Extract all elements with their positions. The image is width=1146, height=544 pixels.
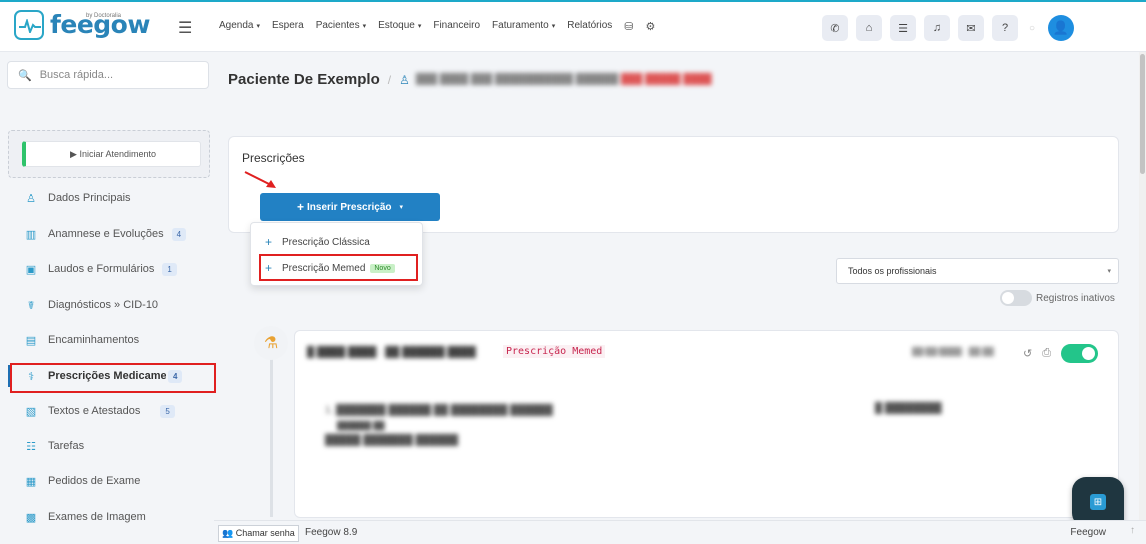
inbox-icon[interactable]: ⌂ xyxy=(856,15,882,41)
menu-estoque[interactable]: Estoque ▾ xyxy=(378,20,421,33)
toolbar-icons: ✆ ⌂ ☰ ♫ ✉ ? ○ 👤 xyxy=(822,15,1074,41)
checklist-icon[interactable]: ☰ xyxy=(890,15,916,41)
plus-icon: + xyxy=(265,235,273,249)
chevron-down-icon: ▾ xyxy=(399,204,404,211)
sidebar-item-tarefas[interactable]: ☷ Tarefas xyxy=(12,435,212,457)
prescription-type-tag: Prescrição Memed xyxy=(503,345,606,358)
hamburger-menu-icon[interactable]: ☰ xyxy=(178,18,192,38)
bell-icon[interactable]: ♫ xyxy=(924,15,950,41)
breadcrumb: Paciente De Exemplo / ♙ ███ ████ ███ ███… xyxy=(228,71,712,88)
sidebar-item-diagnosticos[interactable]: ☤ Diagnósticos » CID-10 xyxy=(12,294,212,316)
help-icon[interactable]: ? xyxy=(992,15,1018,41)
widget-icon: ⊞ xyxy=(1090,494,1106,510)
top-bar: feegow by Doctoralia ☰ Agenda ▾ Espera Pa… xyxy=(0,0,1146,52)
entry-date-redacted: ██/██/████ · ██:██ xyxy=(912,347,994,356)
count-badge: 4 xyxy=(171,227,187,241)
timeline-line xyxy=(270,357,273,517)
gear-icon[interactable]: ⚙ xyxy=(646,20,656,33)
menu-espera[interactable]: Espera xyxy=(272,20,304,33)
chevron-down-icon: ▾ xyxy=(417,23,422,30)
breadcrumb-separator: / xyxy=(387,72,392,87)
menu-pacientes[interactable]: Pacientes ▾ xyxy=(316,20,366,33)
flask-icon: ⚗ xyxy=(254,326,288,360)
inactive-records-toggle-row: Registros inativos xyxy=(1000,290,1115,306)
menu-relatorios[interactable]: Relatórios xyxy=(567,20,612,33)
sidebar-item-anamnese[interactable]: ▥ Anamnese e Evoluções 4 xyxy=(12,223,212,245)
scrollbar-thumb[interactable] xyxy=(1140,54,1145,174)
chat-icon[interactable]: ✉ xyxy=(958,15,984,41)
logo-subtitle: by Doctoralia xyxy=(86,13,122,19)
menu-agenda[interactable]: Agenda ▾ xyxy=(219,20,260,33)
entry-active-toggle[interactable] xyxy=(1061,344,1099,363)
prescription-content-redacted: 1. ███████ ██████ ██ ████████ ██████ ███… xyxy=(325,405,553,446)
brand-label: Feegow xyxy=(1070,527,1106,538)
search-icon: 🔍 xyxy=(18,69,32,82)
prescriptions-panel: Prescrições + Inserir Prescrição ▾ xyxy=(228,136,1119,233)
call-ticket-button[interactable]: 👥 Chamar senha xyxy=(218,525,299,542)
top-menu: Agenda ▾ Espera Pacientes ▾ Estoque ▾ Finan… xyxy=(219,20,667,33)
sidebar-item-dados-principais[interactable]: ♙ Dados Principais xyxy=(12,187,212,209)
highlight-box-memed xyxy=(259,254,418,281)
count-badge: 5 xyxy=(160,404,175,418)
inactive-records-label: Registros inativos xyxy=(1036,292,1115,304)
version-label: Feegow 8.9 xyxy=(305,527,358,538)
chevron-down-icon: ▾ xyxy=(256,23,260,30)
status-dot-icon: ○ xyxy=(1028,22,1036,34)
chevron-down-icon: ▾ xyxy=(362,23,367,30)
prescription-quantity-redacted: █ ████████ xyxy=(875,403,942,414)
image-icon: ▩ xyxy=(25,511,37,524)
page-title: Paciente De Exemplo xyxy=(228,71,380,88)
patient-icon[interactable]: ♙ xyxy=(399,73,410,87)
professional-select[interactable]: Todos os profissionais ▾ xyxy=(836,258,1119,284)
start-attendance-button[interactable]: ▶ Iniciar Atendimento xyxy=(22,141,201,167)
prescription-entry-card: █ ████ ████ · ██ ██████ ████ Prescrição … xyxy=(294,330,1119,518)
tasks-icon: ☷ xyxy=(26,440,36,453)
highlight-box-sidebar xyxy=(10,363,216,393)
text-icon: ▧ xyxy=(25,405,37,418)
professional-name-redacted: █ ████ ████ · ██ ██████ ████ xyxy=(307,347,476,358)
chevron-down-icon: ▾ xyxy=(551,23,556,30)
scroll-top-icon[interactable]: ↑ xyxy=(1130,525,1135,536)
sidebar-item-exames-imagem[interactable]: ▩ Exames de Imagem xyxy=(12,506,212,528)
form-icon: ▣ xyxy=(25,263,37,276)
quick-search-input[interactable]: 🔍 Busca rápida... xyxy=(7,61,209,89)
plus-icon: + xyxy=(296,200,304,214)
person-icon: ♙ xyxy=(26,192,36,205)
clipboard-icon: ▦ xyxy=(25,475,37,488)
chart-icon: ▥ xyxy=(25,228,37,241)
print-icon[interactable]: ⎙ xyxy=(1042,347,1051,360)
footer-bar: 👥 Chamar senha Feegow 8.9 Feegow ↑ xyxy=(214,520,1146,544)
sidebar-item-encaminhamentos[interactable]: ▤ Encaminhamentos xyxy=(12,329,212,351)
inactive-records-toggle[interactable] xyxy=(1000,290,1032,306)
insert-prescription-button[interactable]: + Inserir Prescrição ▾ xyxy=(260,193,440,221)
history-icon[interactable]: ↺ xyxy=(1023,347,1032,360)
prescriptions-title: Prescrições xyxy=(242,151,305,165)
phone-icon[interactable]: ✆ xyxy=(822,15,848,41)
sidebar-item-laudos[interactable]: ▣ Laudos e Formulários 1 xyxy=(12,258,212,280)
patient-details-redacted: ███ ████ ███ ███████████ ██████ ███ ████… xyxy=(415,74,712,85)
menu-item-prescricao-classica[interactable]: + Prescrição Clássica xyxy=(265,235,370,249)
database-icon[interactable]: ⛁ xyxy=(624,20,633,33)
sidebar-item-pedidos-exame[interactable]: ▦ Pedidos de Exame xyxy=(12,470,212,492)
annotation-arrow-icon xyxy=(244,171,276,188)
chevron-down-icon: ▾ xyxy=(1107,268,1111,275)
entry-actions: ↺ ⎙ xyxy=(1023,344,1099,363)
sidebar-item-textos[interactable]: ▧ Textos e Atestados 5 xyxy=(12,400,212,422)
menu-faturamento[interactable]: Faturamento ▾ xyxy=(492,20,555,33)
menu-financeiro[interactable]: Financeiro xyxy=(433,20,480,33)
start-attendance-area: ▶ Iniciar Atendimento xyxy=(8,130,210,178)
count-badge: 1 xyxy=(162,262,177,276)
user-avatar-icon[interactable]: 👤 xyxy=(1048,15,1074,41)
stethoscope-icon: ☤ xyxy=(27,299,35,312)
heartbeat-logo-icon xyxy=(14,10,44,40)
document-icon: ▤ xyxy=(25,334,37,347)
feegow-logo[interactable]: feegow by Doctoralia xyxy=(14,10,150,40)
